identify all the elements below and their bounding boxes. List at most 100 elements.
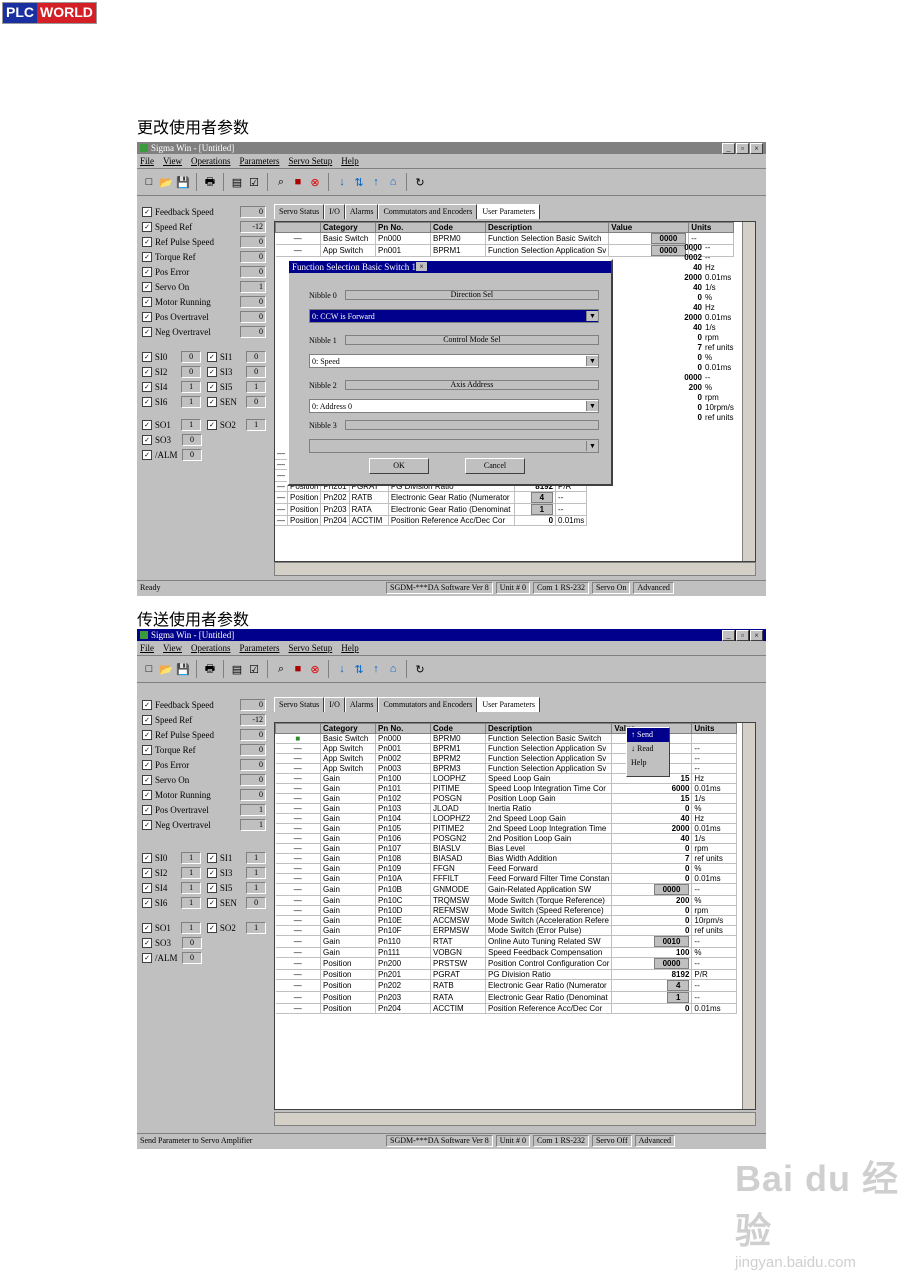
table-row[interactable]: — Position Pn203 RATA Electronic Gear Ratio … xyxy=(275,991,738,1004)
cell-value[interactable]: 2000 xyxy=(611,823,693,834)
checkbox[interactable]: ✓ xyxy=(207,351,217,362)
cell-value[interactable]: 40 xyxy=(611,833,693,844)
horizontal-scrollbar[interactable] xyxy=(274,1112,756,1126)
checkbox[interactable]: ✓ xyxy=(142,296,152,307)
checkbox[interactable]: ✓ xyxy=(142,789,152,800)
cell-value[interactable]: 40 xyxy=(630,283,705,293)
table-row[interactable]: — Gain Pn101 PITIME Speed Loop Integration T… xyxy=(275,783,738,794)
menu-item-send[interactable]: ↑ Send xyxy=(627,728,669,742)
open-folder-icon[interactable]: 📂 xyxy=(159,662,173,676)
check-doc-icon[interactable]: ☑ xyxy=(247,175,261,189)
close-icon[interactable]: × xyxy=(750,629,763,641)
cell-value[interactable]: 0 xyxy=(514,515,557,526)
tab-user-parameters[interactable]: User Parameters xyxy=(477,697,540,712)
maximize-icon[interactable]: ▫ xyxy=(736,142,749,154)
checkbox[interactable]: ✓ xyxy=(207,897,217,908)
transfer-icon[interactable]: ⇅ xyxy=(352,175,366,189)
checkbox[interactable]: ✓ xyxy=(142,922,152,933)
upload-icon[interactable]: ↑ xyxy=(369,175,383,189)
table-row[interactable]: — Gain Pn10A FFFILT Feed Forward Filter Time… xyxy=(275,873,738,884)
vertical-scrollbar[interactable] xyxy=(742,723,755,1109)
menu-operations[interactable]: Operations xyxy=(191,643,231,653)
stop-icon[interactable]: ⊗ xyxy=(308,175,322,189)
menu-view[interactable]: View xyxy=(163,643,182,653)
menu-help[interactable]: Help xyxy=(341,156,359,166)
ok-button[interactable]: OK xyxy=(369,458,429,474)
table-row[interactable]: — Gain Pn10B GNMODE Gain-Related Application… xyxy=(275,883,738,896)
checkbox[interactable]: ✓ xyxy=(142,251,152,262)
cell-value[interactable]: 0 xyxy=(611,915,693,926)
download-icon[interactable]: ↓ xyxy=(335,175,349,189)
table-row[interactable]: — Position Pn201 PGRAT PG Division Ratio 8192… xyxy=(275,969,738,980)
menu-parameters[interactable]: Parameters xyxy=(239,156,279,166)
table-row[interactable]: — Gain Pn102 POSGN Position Loop Gain 15 1/s xyxy=(275,793,738,804)
print-icon[interactable]: 🖶 xyxy=(203,662,217,676)
cell-value[interactable]: 40 xyxy=(630,323,705,333)
nibble-0-select[interactable]: 0: CCW is Forward ▼ xyxy=(309,309,599,323)
cell-value[interactable]: 4 xyxy=(611,979,693,992)
menu-file[interactable]: File xyxy=(140,156,154,166)
cell-value[interactable]: 1 xyxy=(611,991,693,1004)
checkbox[interactable]: ✓ xyxy=(142,449,152,460)
checkbox[interactable]: ✓ xyxy=(207,852,217,863)
checkbox[interactable]: ✓ xyxy=(142,311,152,322)
checkbox[interactable]: ✓ xyxy=(142,852,152,863)
new-file-icon[interactable]: □ xyxy=(142,175,156,189)
cell-value[interactable]: 0000 xyxy=(611,957,693,970)
table-row[interactable]: —GainPn110RTATOnline Auto Tuning Related… xyxy=(275,935,738,948)
save-icon[interactable]: 💾 xyxy=(176,175,190,189)
print-icon[interactable]: 🖶 xyxy=(203,175,217,189)
table-row[interactable]: — Position Pn202 RATB Electronic Gear Ratio … xyxy=(275,491,588,504)
checkbox[interactable]: ✓ xyxy=(142,744,152,755)
checkbox[interactable]: ✓ xyxy=(142,236,152,247)
upload-icon[interactable]: ↑ xyxy=(369,662,383,676)
stop-icon[interactable]: ⊗ xyxy=(308,662,322,676)
table-row[interactable]: — Position Pn204 ACCTIM Position Reference A… xyxy=(275,515,588,526)
transfer-icon[interactable]: ⇅ xyxy=(352,662,366,676)
checkbox[interactable]: ✓ xyxy=(207,419,217,430)
cell-value[interactable]: 100 xyxy=(611,947,693,958)
tab-io[interactable]: I/O xyxy=(324,697,345,712)
cell-value[interactable]: 4 xyxy=(514,491,557,504)
table-row[interactable]: — Position Pn202 RATB Electronic Gear Ratio … xyxy=(275,979,738,992)
chevron-down-icon[interactable]: ▼ xyxy=(586,356,598,366)
cell-value[interactable]: 0002 xyxy=(630,253,705,263)
table-row[interactable]: — Gain Pn108 BIASAD Bias Width Addition 7 ref … xyxy=(275,853,738,864)
find-icon[interactable]: ⌕ xyxy=(274,175,288,189)
maximize-icon[interactable]: ▫ xyxy=(736,629,749,641)
refresh-icon[interactable]: ↻ xyxy=(413,175,427,189)
checkbox[interactable]: ✓ xyxy=(142,281,152,292)
cell-value[interactable]: 0 xyxy=(611,863,693,874)
cell-value[interactable]: 0000 xyxy=(630,373,705,383)
checkbox[interactable]: ✓ xyxy=(142,952,152,963)
tab-servo-status[interactable]: Servo Status xyxy=(274,204,325,219)
table-row[interactable]: — Gain Pn104 LOOPHZ2 2nd Speed Loop Gain 40 Hz xyxy=(275,813,738,824)
cell-value[interactable]: 0 xyxy=(611,843,693,854)
cell-value[interactable]: 0 xyxy=(611,1003,693,1014)
menu-operations[interactable]: Operations xyxy=(191,156,231,166)
cell-value[interactable]: 0 xyxy=(630,353,705,363)
minimize-icon[interactable]: _ xyxy=(722,629,735,641)
cell-value[interactable]: 8192 xyxy=(611,969,693,980)
table-row[interactable]: — Gain Pn105 PITIME2 2nd Speed Loop Integrat… xyxy=(275,823,738,834)
table-row[interactable]: — Position Pn203 RATA Electronic Gear Ratio … xyxy=(275,503,588,516)
horizontal-scrollbar[interactable] xyxy=(274,562,756,576)
servo-icon[interactable]: ■ xyxy=(291,662,305,676)
checkbox[interactable]: ✓ xyxy=(142,351,152,362)
table-row[interactable]: — Gain Pn10D REFMSW Mode Switch (Speed Refer… xyxy=(275,905,738,916)
checkbox[interactable]: ✓ xyxy=(142,434,152,445)
checkbox[interactable]: ✓ xyxy=(142,266,152,277)
menu-view[interactable]: View xyxy=(163,156,182,166)
table-row[interactable]: — Gain Pn109 FFGN Feed Forward 0% xyxy=(275,863,738,874)
checkbox[interactable]: ✓ xyxy=(207,922,217,933)
tab-io[interactable]: I/O xyxy=(324,204,345,219)
cell-value[interactable]: 15 xyxy=(611,793,693,804)
tab-alarms[interactable]: Alarms xyxy=(344,204,379,219)
table-row[interactable]: — Gain Pn10C TRQMSW Mode Switch (Torque Refe… xyxy=(275,895,738,906)
cell-value[interactable]: 0 xyxy=(611,873,693,884)
table-row[interactable]: — Gain Pn10E ACCMSW Mode Switch (Acceleratio… xyxy=(275,915,738,926)
menu-item-help[interactable]: Help xyxy=(627,756,669,770)
home-icon[interactable]: ⌂ xyxy=(386,175,400,189)
dialog-close-icon[interactable]: × xyxy=(416,262,427,271)
checkbox[interactable]: ✓ xyxy=(142,897,152,908)
